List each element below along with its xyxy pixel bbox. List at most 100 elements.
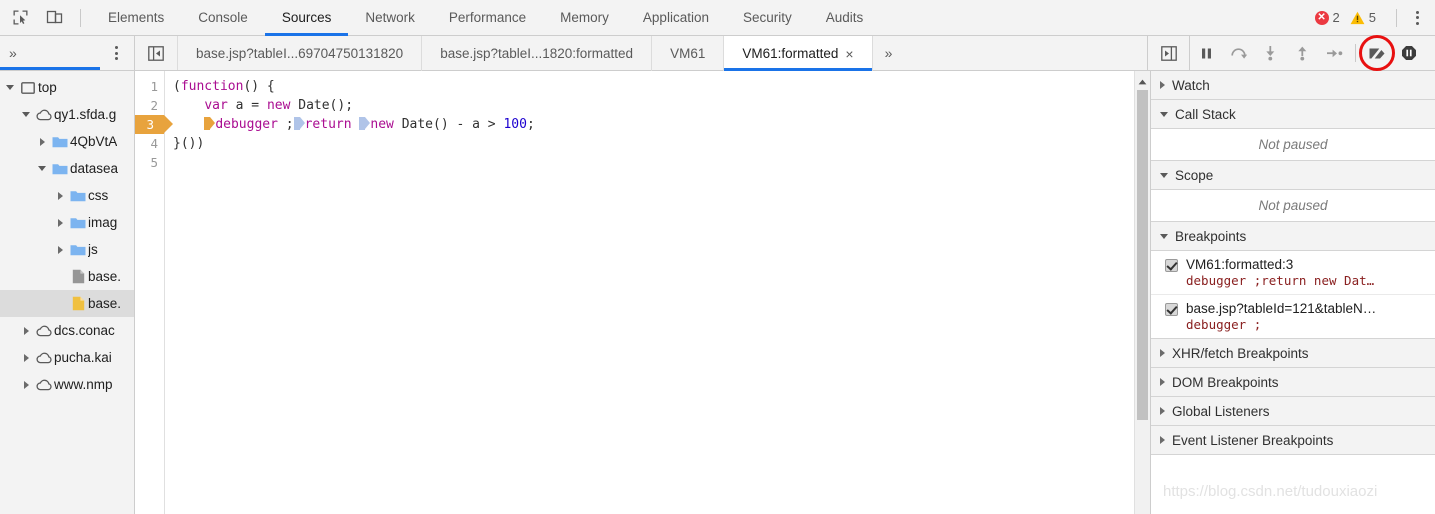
breakpoint-checkbox[interactable]	[1165, 259, 1178, 272]
tree-item-datasea[interactable]: datasea	[0, 155, 134, 182]
step-out-button[interactable]	[1286, 36, 1318, 71]
tree-item-pucha-kai[interactable]: pucha.kai	[0, 344, 134, 371]
tab-sources[interactable]: Sources	[264, 0, 349, 36]
line-number-gutter[interactable]: 1 2 3 4 5	[135, 71, 173, 514]
tab-application[interactable]: Application	[626, 0, 726, 36]
chevron-right-icon[interactable]	[18, 380, 34, 389]
tree-item-www-nmp[interactable]: www.nmp	[0, 371, 134, 398]
tree-item-base-file[interactable]: base.	[0, 263, 134, 290]
chevron-down-icon[interactable]	[34, 166, 50, 171]
tab-security[interactable]: Security	[726, 0, 809, 36]
section-header-dom-breakpoints[interactable]: DOM Breakpoints	[1151, 368, 1435, 397]
tree-item-qy1-sfda[interactable]: qy1.sfda.g	[0, 101, 134, 128]
source-code[interactable]: (function() { var a = new Date(); debugg…	[165, 71, 1134, 514]
section-header-global-listeners[interactable]: Global Listeners	[1151, 397, 1435, 426]
section-header-xhr-breakpoints[interactable]: XHR/fetch Breakpoints	[1151, 339, 1435, 368]
step-button[interactable]	[1318, 36, 1350, 71]
step-into-button[interactable]	[1254, 36, 1286, 71]
chevron-down-icon	[1160, 111, 1168, 117]
editor-tab-base-jsp-1[interactable]: base.jsp?tableI...69704750131820	[178, 36, 423, 71]
chevron-right-icon[interactable]	[52, 191, 68, 200]
navigator-more-options-icon[interactable]	[104, 39, 128, 67]
editor-tabs-overflow-button[interactable]: »	[873, 36, 904, 70]
tree-item-top[interactable]: top	[0, 74, 134, 101]
annotation-highlight-circle	[1359, 35, 1395, 71]
show-debugger-sidebar-icon[interactable]	[1148, 35, 1190, 71]
chevron-right-icon[interactable]	[52, 218, 68, 227]
step-over-button[interactable]	[1222, 36, 1254, 71]
pause-resume-script-button[interactable]	[1190, 36, 1222, 71]
more-options-icon[interactable]	[1405, 4, 1429, 32]
inline-breakpoint-icon[interactable]	[204, 117, 216, 130]
device-toolbar-icon[interactable]	[40, 4, 68, 32]
breakpoints-list: VM61:formatted:3 debugger ;return new Da…	[1151, 251, 1435, 339]
code-editor-content[interactable]: 1 2 3 4 5 (function() { var a = new Date…	[135, 71, 1134, 514]
tree-item-images[interactable]: imag	[0, 209, 134, 236]
tree-item-4qbvta[interactable]: 4QbVtA	[0, 128, 134, 155]
section-header-watch[interactable]: Watch	[1151, 71, 1435, 100]
secondary-toolbar: » base.jsp?tableI...69704750131820 base.…	[0, 35, 1435, 71]
chevron-down-icon	[1160, 172, 1168, 178]
tree-item-label: qy1.sfda.g	[54, 107, 117, 122]
chevron-right-icon[interactable]	[18, 326, 34, 335]
scroll-up-icon[interactable]	[1138, 71, 1147, 90]
inspect-element-icon[interactable]	[6, 4, 34, 32]
line-number[interactable]: 1	[135, 77, 164, 96]
section-header-scope[interactable]: Scope	[1151, 161, 1435, 190]
breakpoint-texts: base.jsp?tableId=121&tableN… debugger ;	[1186, 301, 1427, 332]
tree-item-label: base.	[88, 269, 122, 284]
editor-scrollbar[interactable]	[1134, 71, 1150, 514]
breakpoint-texts: VM61:formatted:3 debugger ;return new Da…	[1186, 257, 1427, 288]
tree-item-label: datasea	[70, 161, 119, 176]
line-number[interactable]: 5	[135, 153, 164, 172]
breakpoint-item[interactable]: base.jsp?tableId=121&tableN… debugger ;	[1151, 295, 1435, 338]
tree-item-css[interactable]: css	[0, 182, 134, 209]
scope-empty-text: Not paused	[1258, 198, 1328, 213]
editor-tab-base-jsp-formatted[interactable]: base.jsp?tableI...1820:formatted	[422, 36, 653, 71]
close-icon[interactable]: ×	[845, 47, 853, 61]
navigator-overflow-button[interactable]: »	[0, 45, 17, 61]
issues-counter[interactable]: ✕ 2 5	[1314, 10, 1382, 25]
editor-tab-vm61[interactable]: VM61	[652, 36, 725, 71]
section-title: Event Listener Breakpoints	[1172, 432, 1334, 448]
section-title: DOM Breakpoints	[1172, 374, 1279, 390]
tab-console[interactable]: Console	[181, 0, 265, 36]
line-number[interactable]: 4	[135, 134, 164, 153]
line-number[interactable]: 2	[135, 96, 164, 115]
chevron-right-icon[interactable]	[34, 137, 50, 146]
breakpoint-item[interactable]: VM61:formatted:3 debugger ;return new Da…	[1151, 251, 1435, 295]
scrollbar-thumb[interactable]	[1137, 90, 1148, 420]
line-number-breakpoint[interactable]: 3	[135, 115, 173, 134]
tab-elements[interactable]: Elements	[91, 0, 181, 36]
inline-breakpoint-icon[interactable]	[359, 117, 371, 130]
navigator-file-tree[interactable]: top qy1.sfda.g 4QbVtA datasea css imag j…	[0, 71, 135, 514]
tree-item-dcs-conac[interactable]: dcs.conac	[0, 317, 134, 344]
section-header-call-stack[interactable]: Call Stack	[1151, 100, 1435, 129]
toolbar-right-group: ✕ 2 5	[1314, 4, 1435, 32]
deactivate-breakpoints-button[interactable]	[1359, 35, 1395, 71]
pause-on-exceptions-button[interactable]	[1393, 36, 1425, 71]
section-header-breakpoints[interactable]: Breakpoints	[1151, 222, 1435, 251]
editor-tab-vm61-formatted[interactable]: VM61:formatted ×	[724, 36, 873, 71]
chevron-down-icon[interactable]	[2, 85, 18, 90]
section-header-event-listener-breakpoints[interactable]: Event Listener Breakpoints	[1151, 426, 1435, 455]
tree-item-js[interactable]: js	[0, 236, 134, 263]
section-title: XHR/fetch Breakpoints	[1172, 345, 1309, 361]
main-toolbar: Elements Console Sources Network Perform…	[0, 0, 1435, 36]
code-editor[interactable]: 1 2 3 4 5 (function() { var a = new Date…	[135, 71, 1150, 514]
chevron-right-icon[interactable]	[18, 353, 34, 362]
chevron-right-icon[interactable]	[52, 245, 68, 254]
sources-panel-body: top qy1.sfda.g 4QbVtA datasea css imag j…	[0, 71, 1435, 514]
tab-audits[interactable]: Audits	[809, 0, 881, 36]
tree-item-label: imag	[88, 215, 118, 230]
breakpoint-checkbox[interactable]	[1165, 303, 1178, 316]
tab-memory[interactable]: Memory	[543, 0, 626, 36]
inline-breakpoint-icon[interactable]	[293, 117, 305, 130]
tree-item-label: dcs.conac	[54, 323, 115, 338]
tab-performance[interactable]: Performance	[432, 0, 543, 36]
tab-network[interactable]: Network	[348, 0, 432, 36]
chevron-down-icon[interactable]	[18, 112, 34, 117]
tab-label: Sources	[281, 10, 332, 25]
tree-item-base-script-selected[interactable]: base.	[0, 290, 134, 317]
show-navigator-icon[interactable]	[135, 36, 178, 70]
